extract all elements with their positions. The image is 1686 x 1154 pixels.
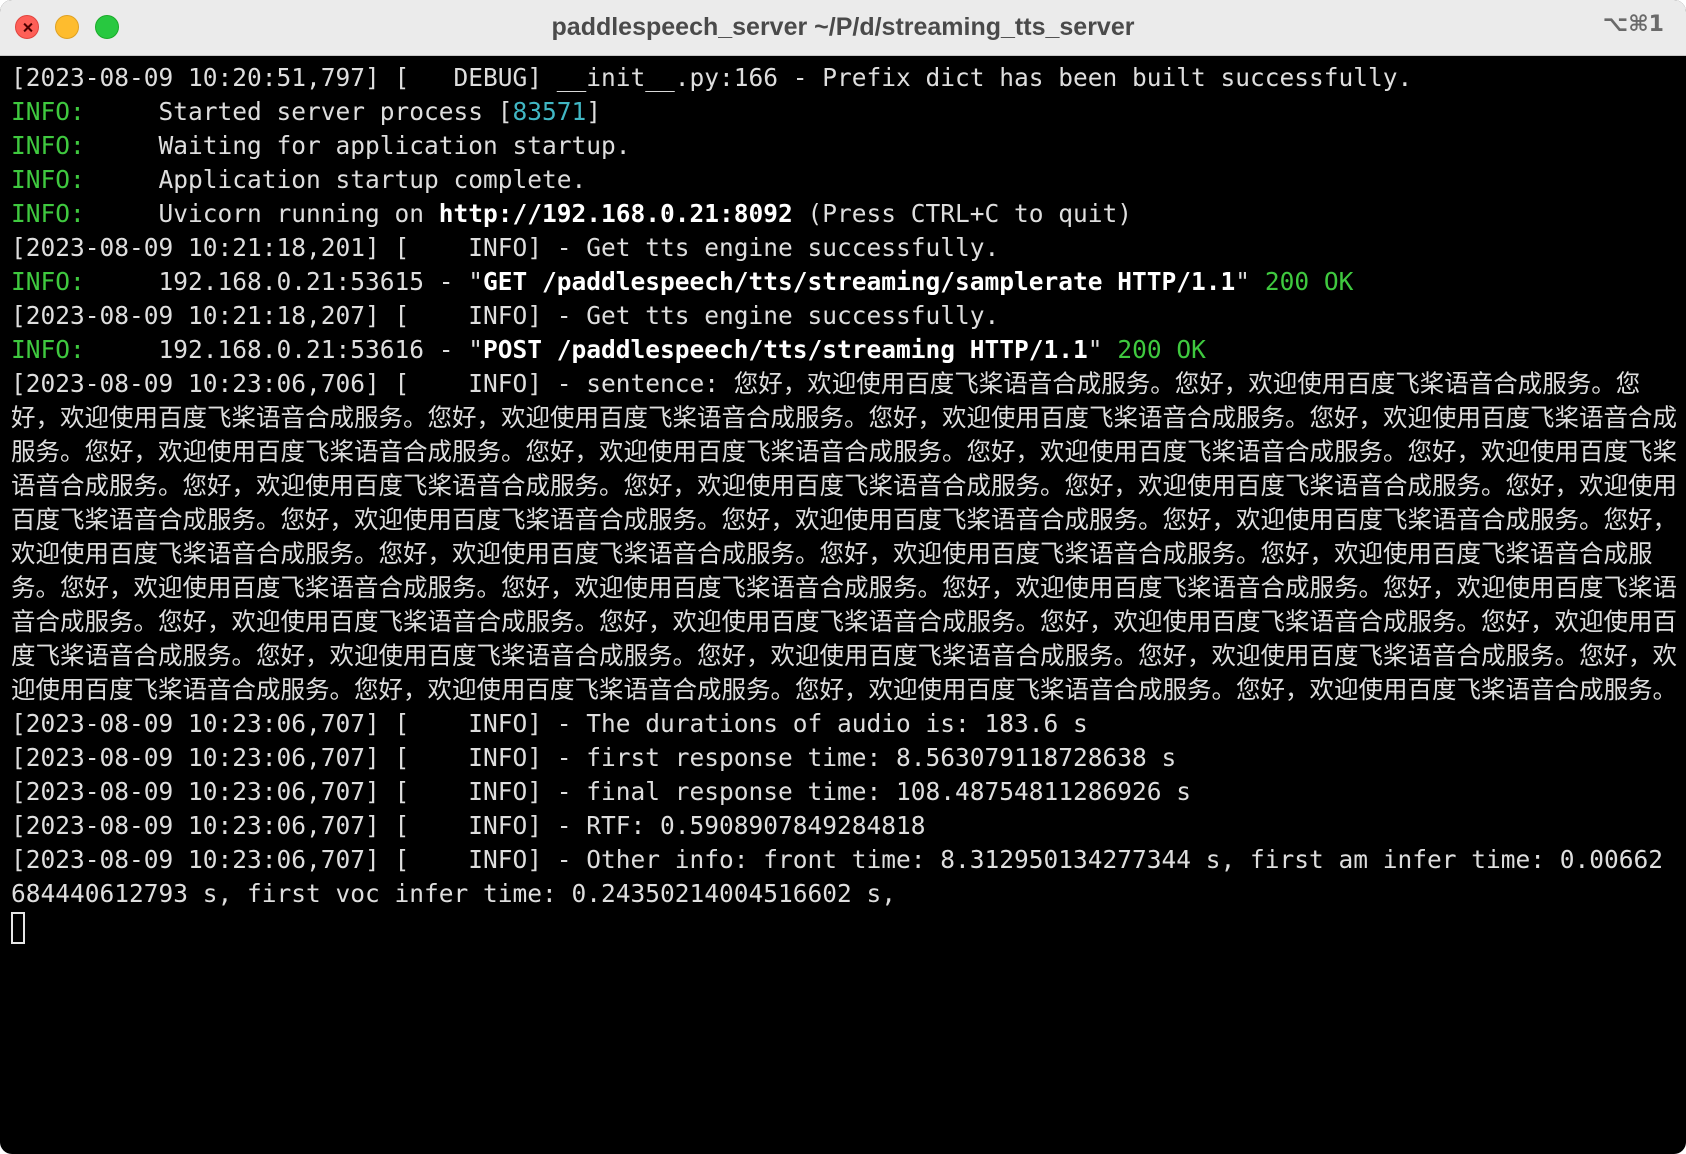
log-line-server-process: INFO: Started server process [83571] — [11, 95, 1686, 129]
log-line-post-streaming: INFO: 192.168.0.21:53616 - "POST /paddle… — [11, 333, 1686, 367]
log-text: " — [1235, 267, 1265, 296]
log-text: Waiting for application startup. — [84, 131, 631, 160]
log-text: Started server process [ — [84, 97, 513, 126]
log-line-startup-complete: INFO: Application startup complete. — [11, 163, 1686, 197]
log-line-engine-2: [2023-08-09 10:21:18,207] [ INFO] - Get … — [11, 301, 1000, 330]
sentence-prefix: [2023-08-09 10:23:06,706] [ INFO] - sent… — [11, 369, 734, 398]
terminal-output[interactable]: [2023-08-09 10:20:51,797] [ DEBUG] __ini… — [0, 61, 1686, 1154]
window-shortcut: ⌥⌘1 — [1602, 12, 1664, 37]
log-text: ] — [586, 97, 602, 126]
log-line-other-info: [2023-08-09 10:23:06,707] [ INFO] - Othe… — [11, 845, 1664, 908]
log-line-durations: [2023-08-09 10:23:06,707] [ INFO] - The … — [11, 709, 1088, 738]
info-tag: INFO: — [11, 199, 85, 228]
info-tag: INFO: — [11, 131, 85, 160]
http-request: GET /paddlespeech/tts/streaming/samplera… — [483, 267, 1236, 296]
server-url-link[interactable]: http://192.168.0.21:8092 — [439, 199, 793, 228]
log-line-get-samplerate: INFO: 192.168.0.21:53615 - "GET /paddles… — [11, 265, 1686, 299]
log-text: Uvicorn running on — [84, 199, 439, 228]
log-line-waiting-startup: INFO: Waiting for application startup. — [11, 129, 1686, 163]
window-title: paddlespeech_server ~/P/d/streaming_tts_… — [551, 13, 1135, 41]
info-tag: INFO: — [11, 97, 85, 126]
text-cursor — [11, 912, 25, 944]
sentence-text: 您好，欢迎使用百度飞桨语音合成服务。您好，欢迎使用百度飞桨语音合成服务。您好，欢… — [11, 369, 1677, 704]
log-line-rtf: [2023-08-09 10:23:06,707] [ INFO] - RTF:… — [11, 811, 926, 840]
log-line-engine-1: [2023-08-09 10:21:18,201] [ INFO] - Get … — [11, 233, 1000, 262]
title-bar[interactable]: paddlespeech_server ~/P/d/streaming_tts_… — [0, 0, 1686, 56]
terminal-window: paddlespeech_server ~/P/d/streaming_tts_… — [0, 0, 1686, 1154]
status-ok: 200 OK — [1117, 335, 1206, 364]
process-id: 83571 — [512, 97, 587, 126]
log-line-sentence: [2023-08-09 10:23:06,706] [ INFO] - sent… — [11, 367, 1677, 707]
log-text: 192.168.0.21:53615 - " — [84, 267, 484, 296]
log-line-debug: [2023-08-09 10:20:51,797] [ DEBUG] __ini… — [11, 63, 1413, 92]
info-tag: INFO: — [11, 267, 85, 296]
info-tag: INFO: — [11, 165, 85, 194]
log-text: (Press CTRL+C to quit) — [792, 199, 1133, 228]
info-tag: INFO: — [11, 335, 85, 364]
http-request: POST /paddlespeech/tts/streaming HTTP/1.… — [483, 335, 1088, 364]
log-line-first-response: [2023-08-09 10:23:06,707] [ INFO] - firs… — [11, 743, 1177, 772]
log-line-final-response: [2023-08-09 10:23:06,707] [ INFO] - fina… — [11, 777, 1192, 806]
log-text: Application startup complete. — [84, 165, 587, 194]
status-ok: 200 OK — [1264, 267, 1354, 296]
log-text: 192.168.0.21:53616 - " — [84, 335, 484, 364]
log-line-uvicorn-running: INFO: Uvicorn running on http://192.168.… — [11, 197, 1686, 231]
log-text: " — [1087, 335, 1118, 364]
